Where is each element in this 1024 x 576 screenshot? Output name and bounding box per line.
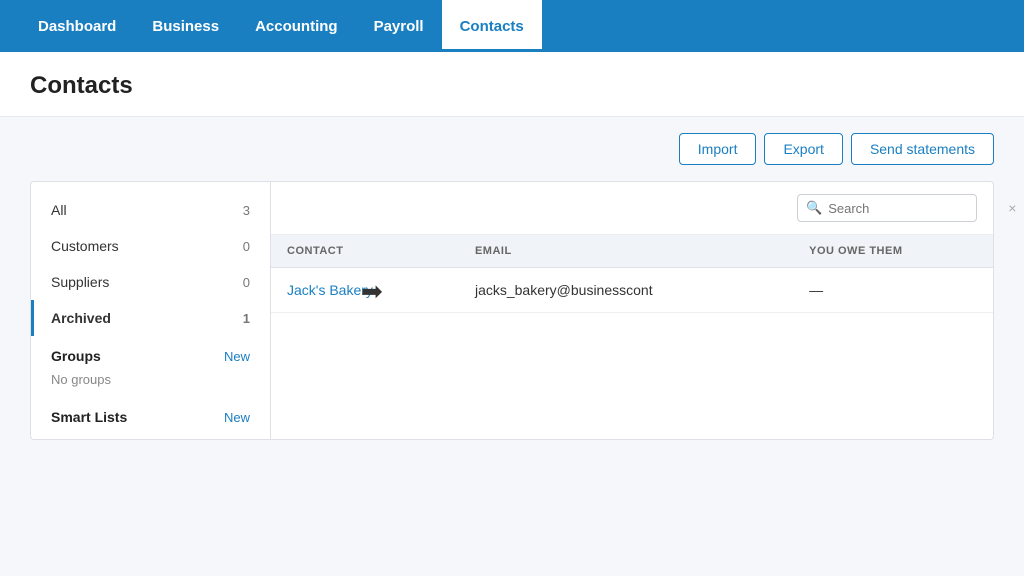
sidebar-item-customers[interactable]: Customers 0 — [31, 228, 270, 264]
page-header: Contacts — [0, 52, 1024, 117]
sidebar-no-groups: No groups — [31, 368, 270, 397]
toolbar: Import Export Send statements — [0, 117, 1024, 181]
sidebar-all-label: All — [51, 202, 67, 218]
sidebar-groups-section: Groups New — [31, 336, 270, 368]
search-icon: 🔍 — [806, 200, 822, 216]
sidebar-item-archived[interactable]: Archived 1 — [31, 300, 270, 336]
sidebar-groups-label: Groups — [51, 348, 101, 364]
col-header-email: EMAIL — [459, 235, 793, 268]
nav-accounting[interactable]: Accounting — [237, 0, 356, 52]
sidebar-suppliers-label: Suppliers — [51, 274, 109, 290]
search-input[interactable] — [828, 201, 1004, 216]
contact-email-cell: jacks_bakery@businesscont — [459, 268, 793, 313]
sidebar-smart-lists-section: Smart Lists New — [31, 397, 270, 429]
sidebar-smart-lists-label: Smart Lists — [51, 409, 127, 425]
search-bar-row: 🔍 × — [271, 182, 993, 235]
col-header-contact: CONTACT — [271, 235, 459, 268]
import-button[interactable]: Import — [679, 133, 757, 165]
sidebar-item-all[interactable]: All 3 — [31, 192, 270, 228]
contact-link-jacks-bakery[interactable]: Jack's Bakery — [287, 282, 373, 298]
sidebar-smart-lists-new[interactable]: New — [224, 410, 250, 425]
table-row: Jack's Bakery ⬅ jacks_bakery@businesscon… — [271, 268, 993, 313]
col-header-you-owe-them: YOU OWE THEM — [793, 235, 993, 268]
table-header-row: CONTACT EMAIL YOU OWE THEM — [271, 235, 993, 268]
search-clear-icon[interactable]: × — [1008, 200, 1016, 216]
contacts-table: CONTACT EMAIL YOU OWE THEM Jack's Bakery… — [271, 235, 993, 313]
nav-contacts[interactable]: Contacts — [442, 0, 542, 52]
table-area: 🔍 × CONTACT EMAIL YOU OWE THEM Jack's Ba… — [271, 182, 993, 439]
top-navigation: Dashboard Business Accounting Payroll Co… — [0, 0, 1024, 52]
sidebar-customers-count: 0 — [243, 239, 250, 254]
main-content: All 3 Customers 0 Suppliers 0 Archived 1… — [30, 181, 994, 440]
sidebar-archived-label: Archived — [51, 310, 111, 326]
sidebar-all-count: 3 — [243, 203, 250, 218]
sidebar-archived-count: 1 — [243, 311, 250, 326]
nav-dashboard[interactable]: Dashboard — [20, 0, 134, 52]
send-statements-button[interactable]: Send statements — [851, 133, 994, 165]
contact-you-owe-them-cell: — — [793, 268, 993, 313]
sidebar-groups-new[interactable]: New — [224, 349, 250, 364]
search-box[interactable]: 🔍 × — [797, 194, 977, 222]
sidebar-suppliers-count: 0 — [243, 275, 250, 290]
nav-payroll[interactable]: Payroll — [356, 0, 442, 52]
export-button[interactable]: Export — [764, 133, 842, 165]
sidebar-customers-label: Customers — [51, 238, 119, 254]
page-title: Contacts — [30, 72, 994, 100]
sidebar-item-suppliers[interactable]: Suppliers 0 — [31, 264, 270, 300]
contacts-sidebar: All 3 Customers 0 Suppliers 0 Archived 1… — [31, 182, 271, 439]
contact-name-cell: Jack's Bakery ⬅ — [271, 268, 459, 313]
nav-business[interactable]: Business — [134, 0, 237, 52]
